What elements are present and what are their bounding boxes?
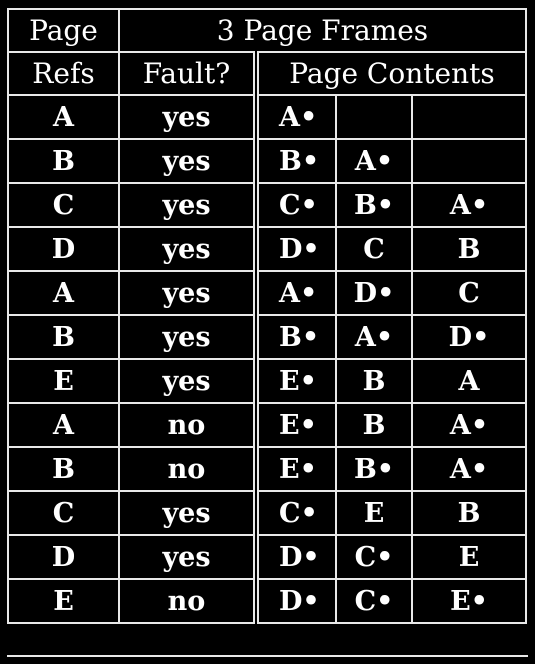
frame-cell: A• [335, 314, 413, 360]
fault-cell: yes [118, 534, 259, 580]
table-row: Bno E• B• A• [7, 446, 527, 492]
frame-cell: B [411, 226, 527, 272]
fault-cell: no [118, 446, 259, 492]
frame-cell: D• [411, 314, 527, 360]
frame-cell: C• [335, 534, 413, 580]
frame-cell: E• [255, 446, 337, 492]
frame-cell [411, 138, 527, 184]
table-row: Byes B• A• [7, 138, 527, 184]
table-row: Byes B• A• D• [7, 314, 527, 360]
frame-cell: B [335, 358, 413, 404]
frame-cell: A• [411, 446, 527, 492]
page-ref-cell: B [7, 138, 120, 184]
page-ref-cell: D [7, 534, 120, 580]
frame-cell: D• [335, 270, 413, 316]
frame-cell: A• [411, 182, 527, 228]
table-row: Dyes D• C• E [7, 534, 527, 580]
frame-cell: E• [255, 358, 337, 404]
contents-header: Page Contents [255, 51, 527, 96]
page-ref-cell: C [7, 182, 120, 228]
fault-cell: yes [118, 358, 259, 404]
frame-cell: C [335, 226, 413, 272]
fault-cell: no [118, 578, 259, 624]
page-ref-cell: B [7, 314, 120, 360]
fault-cell: no [118, 402, 259, 448]
page-ref-cell: D [7, 226, 120, 272]
table-row: Dyes D• C B [7, 226, 527, 272]
frame-cell: C [411, 270, 527, 316]
frame-cell [411, 94, 527, 140]
fault-cell: yes [118, 314, 259, 360]
fault-cell: yes [118, 94, 259, 140]
frame-cell: E• [255, 402, 337, 448]
fault-cell: yes [118, 490, 259, 536]
page-ref-cell: E [7, 578, 120, 624]
frame-cell: E [335, 490, 413, 536]
page-ref-cell: B [7, 446, 120, 492]
frame-cell: A• [255, 270, 337, 316]
frame-cell: C• [255, 182, 337, 228]
table-row: Eno D• C• E• [7, 578, 527, 624]
header-row-1: Page 3 Page Frames [7, 8, 527, 53]
frame-cell [335, 94, 413, 140]
frame-cell: A• [255, 94, 337, 140]
frame-cell: E [411, 534, 527, 580]
bottom-rule [7, 655, 528, 657]
frame-cell: C• [335, 578, 413, 624]
refs-header-line2: Refs [7, 51, 120, 96]
table-row: Ayes A• [7, 94, 527, 140]
frame-cell: A• [335, 138, 413, 184]
header-row-2: Refs Fault? Page Contents [7, 51, 527, 96]
fault-cell: yes [118, 138, 259, 184]
table-row: Ano E• B A• [7, 402, 527, 448]
frame-cell: D• [255, 534, 337, 580]
frames-header: 3 Page Frames [118, 8, 527, 53]
table-row: Eyes E• B A [7, 358, 527, 404]
table-row: Cyes C• B• A• [7, 182, 527, 228]
frame-cell: D• [255, 226, 337, 272]
frame-cell: B [411, 490, 527, 536]
frame-cell: E• [411, 578, 527, 624]
table-row: Ayes A• D• C [7, 270, 527, 316]
frame-cell: A [411, 358, 527, 404]
frame-cell: B [335, 402, 413, 448]
page-ref-cell: A [7, 94, 120, 140]
fault-cell: yes [118, 226, 259, 272]
fault-cell: yes [118, 270, 259, 316]
page-ref-cell: A [7, 270, 120, 316]
page-ref-cell: E [7, 358, 120, 404]
page-ref-cell: C [7, 490, 120, 536]
frame-cell: B• [335, 446, 413, 492]
fault-cell: yes [118, 182, 259, 228]
frame-cell: B• [255, 138, 337, 184]
frame-cell: B• [335, 182, 413, 228]
frame-cell: D• [255, 578, 337, 624]
fault-header: Fault? [118, 51, 259, 96]
refs-header-line1: Page [7, 8, 120, 53]
frame-cell: C• [255, 490, 337, 536]
frame-cell: A• [411, 402, 527, 448]
page-replacement-table: Page 3 Page Frames Refs Fault? Page Cont… [7, 8, 527, 624]
frame-cell: B• [255, 314, 337, 360]
table-row: Cyes C• E B [7, 490, 527, 536]
page-ref-cell: A [7, 402, 120, 448]
